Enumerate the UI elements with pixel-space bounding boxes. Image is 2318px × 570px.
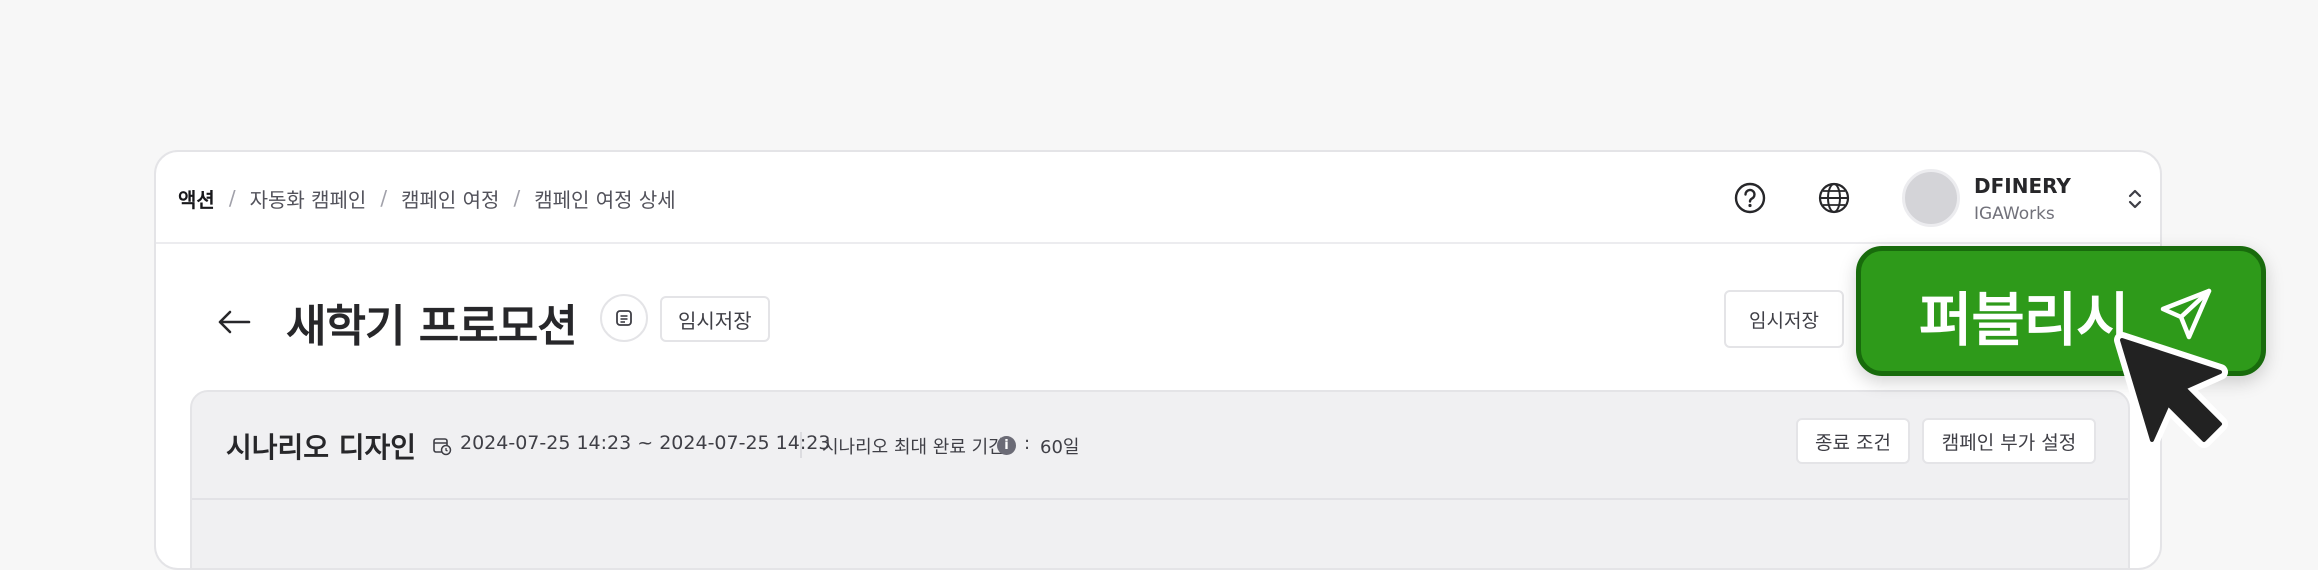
- breadcrumb-separator: /: [380, 186, 388, 210]
- arrow-left-icon: [218, 310, 251, 334]
- language-button[interactable]: [1812, 176, 1856, 220]
- scenario-title: 시나리오 디자인: [226, 431, 417, 464]
- breadcrumb: 액션 / 자동화 캠페인 / 캠페인 여정 / 캠페인 여정 상세: [178, 152, 676, 244]
- help-button[interactable]: [1728, 176, 1772, 220]
- scenario-date-range: 2024-07-25 14:23 ~ 2024-07-25 14:23: [460, 432, 831, 454]
- publish-button-label: 퍼블리시: [1919, 286, 2129, 354]
- end-condition-button[interactable]: 종료 조건: [1796, 418, 1910, 464]
- scenario-design-panel: 시나리오 디자인 2024-07-25 14:23 ~ 2024-07-25 1…: [190, 390, 2130, 568]
- top-navigation-bar: 액션 / 자동화 캠페인 / 캠페인 여정 / 캠페인 여정 상세 DFINER…: [156, 152, 2160, 244]
- memo-button[interactable]: [600, 294, 648, 342]
- info-icon[interactable]: i: [997, 436, 1016, 455]
- campaign-extra-settings-button[interactable]: 캠페인 부가 설정: [1922, 418, 2096, 464]
- divider: [800, 432, 802, 458]
- globe-icon: [1818, 182, 1850, 214]
- duration-separator: :: [1024, 433, 1031, 454]
- breadcrumb-separator: /: [228, 186, 236, 210]
- org-name: DFINERY: [1974, 174, 2071, 198]
- save-draft-button[interactable]: 임시저장: [1724, 290, 1844, 348]
- breadcrumb-item-journey-detail[interactable]: 캠페인 여정 상세: [534, 184, 676, 213]
- chevron-up-down-icon: [2128, 189, 2142, 209]
- max-duration-value: 60일: [1040, 437, 1080, 458]
- status-badge: 임시저장: [660, 296, 770, 342]
- mouse-pointer-icon: [2114, 332, 2228, 448]
- question-circle-icon: [1734, 182, 1766, 214]
- avatar[interactable]: [1902, 169, 1960, 227]
- breadcrumb-item-action[interactable]: 액션: [178, 184, 215, 213]
- org-subtitle: IGAWorks: [1974, 204, 2055, 224]
- divider: [192, 498, 2128, 500]
- breadcrumb-item-auto-campaign[interactable]: 자동화 캠페인: [250, 184, 367, 213]
- calendar-clock-icon: [433, 438, 452, 456]
- memo-icon: [616, 310, 632, 326]
- breadcrumb-item-campaign-journey[interactable]: 캠페인 여정: [401, 184, 499, 213]
- page-title: 새학기 프로모션: [286, 301, 578, 352]
- back-button[interactable]: [212, 300, 256, 344]
- breadcrumb-separator: /: [513, 186, 521, 210]
- account-switcher-button[interactable]: [2122, 184, 2148, 214]
- max-duration-label: 시나리오 최대 완료 기간: [822, 437, 1005, 458]
